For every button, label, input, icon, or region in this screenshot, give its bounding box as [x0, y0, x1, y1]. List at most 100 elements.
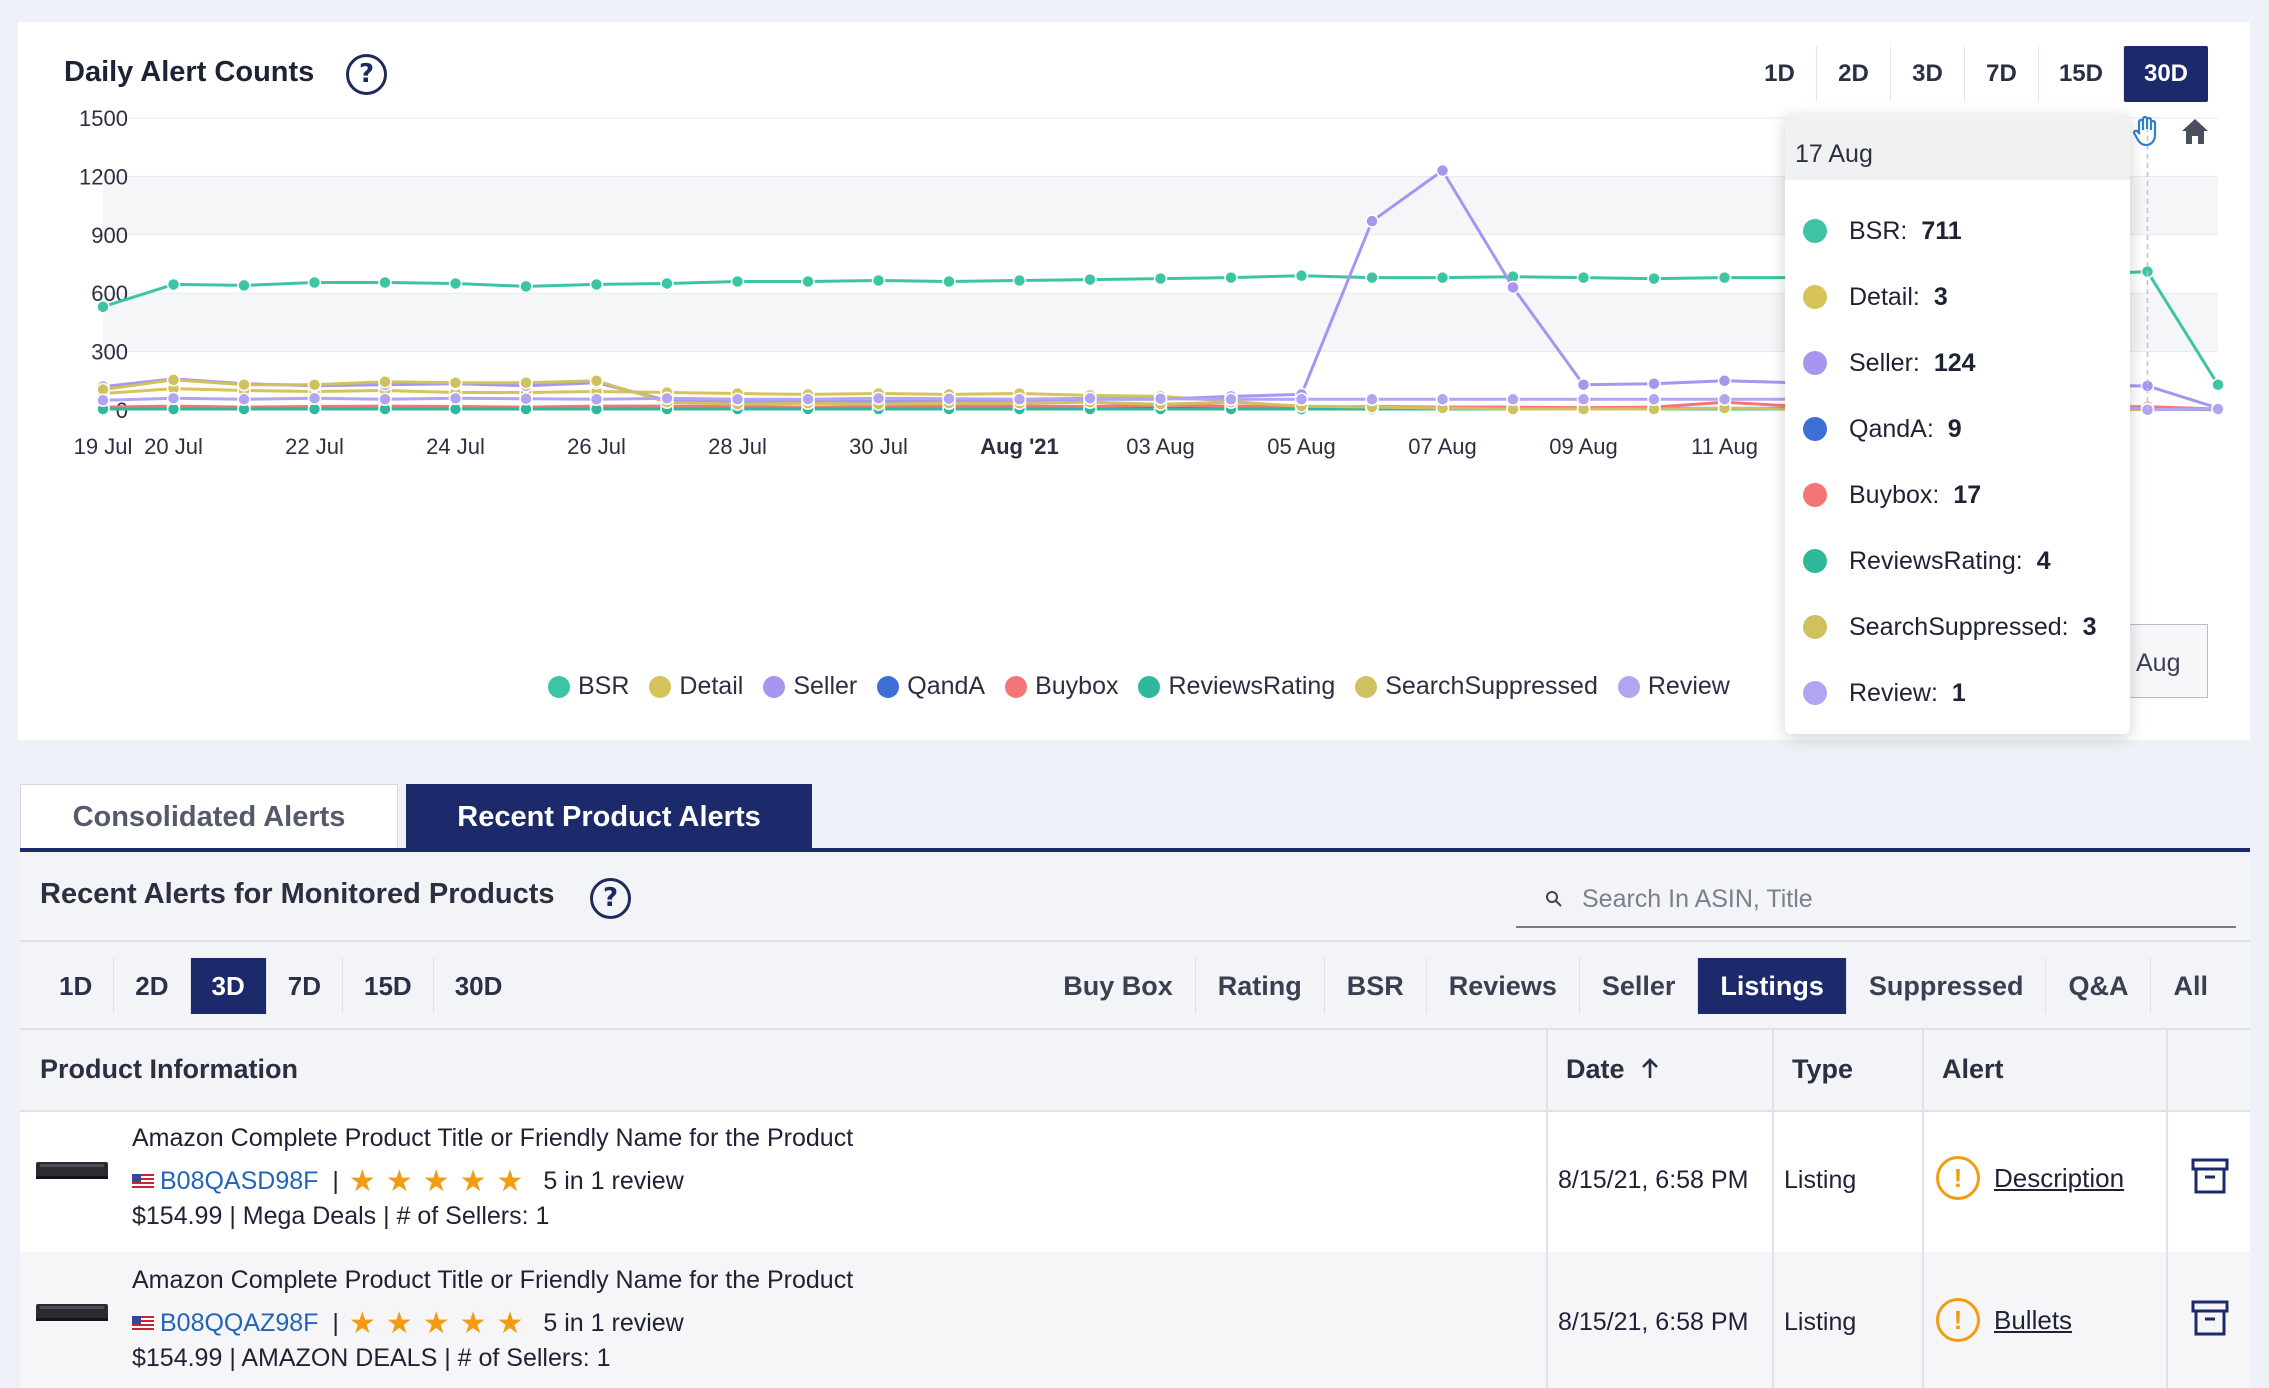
tooltip-label: BSR:	[1849, 216, 1908, 245]
data-point-bsr	[1717, 270, 1732, 285]
star-rating: ★★★★★	[348, 1165, 534, 1198]
alert-date: 8/15/21, 6:58 PM	[1558, 1308, 1749, 1336]
data-point-bsr	[1083, 272, 1097, 287]
alert-date: 8/15/21, 6:58 PM	[1558, 1166, 1749, 1194]
x-tick-label: 09 Aug	[1549, 434, 1618, 459]
product-title[interactable]: Amazon Complete Product Title or Friendl…	[132, 1124, 853, 1153]
data-point-review	[942, 391, 956, 406]
day-3d-button[interactable]: 3D	[190, 958, 267, 1014]
tooltip-row: Review: 1	[1785, 660, 2130, 726]
tooltip-label: ReviewsRating:	[1849, 546, 2023, 575]
data-point-review	[871, 391, 886, 406]
data-point-review	[1435, 392, 1450, 407]
day-2d-button[interactable]: 2D	[114, 958, 191, 1014]
alert-link-description[interactable]: Description	[1994, 1163, 2124, 1194]
table-header: Product Information Date Type Alert	[20, 1030, 2250, 1110]
header-alert: Alert	[1942, 1054, 2004, 1084]
tab-recent-product-alerts[interactable]: Recent Product Alerts	[406, 784, 812, 850]
table-row: Amazon Complete Product Title or Friendl…	[20, 1110, 2250, 1252]
data-point-seller	[1506, 280, 1520, 295]
data-point-bsr	[519, 279, 533, 294]
legend-item-searchsuppressed[interactable]: SearchSuppressed	[1355, 672, 1598, 701]
product-meta: B08QQAZ98F | ★★★★★ 5 in 1 review	[132, 1306, 684, 1341]
panel-help-icon[interactable]: ?	[590, 878, 631, 919]
pan-hand-icon[interactable]	[2130, 114, 2164, 148]
data-point-bsr	[1153, 271, 1168, 286]
data-point-searchsuppressed	[589, 374, 604, 388]
tooltip-dot-icon	[1803, 483, 1827, 507]
data-point-searchsuppressed	[166, 373, 181, 387]
x-tick-label: 05 Aug	[1267, 434, 1336, 459]
legend-label: BSR	[578, 672, 630, 700]
filter-reviews-button[interactable]: Reviews	[1427, 958, 1580, 1014]
filter-buy-box-button[interactable]: Buy Box	[1041, 958, 1196, 1014]
data-point-bsr	[1576, 270, 1591, 285]
search-field	[1516, 872, 2236, 928]
x-tick-label: 07 Aug	[1408, 434, 1477, 459]
legend-item-detail[interactable]: Detail	[649, 672, 743, 701]
warning-icon: !	[1936, 1298, 1980, 1342]
legend-label: Detail	[679, 672, 744, 700]
us-flag-icon	[132, 1174, 154, 1189]
tab-consolidated-alerts[interactable]: Consolidated Alerts	[20, 784, 398, 850]
day-1d-button[interactable]: 1D	[38, 958, 115, 1014]
day-15d-button[interactable]: 15D	[343, 958, 434, 1014]
recent-alerts-panel: Recent Alerts for Monitored Products ? 1…	[20, 852, 2250, 1388]
data-point-bsr	[378, 275, 392, 290]
us-flag-icon	[132, 1316, 154, 1331]
archive-icon[interactable]	[2188, 1296, 2232, 1340]
legend-item-qanda[interactable]: QandA	[877, 672, 985, 701]
alert-type-filter-group: Buy Box Rating BSR Reviews Seller Listin…	[1041, 958, 2230, 1014]
day-30d-button[interactable]: 30D	[434, 958, 524, 1014]
tooltip-row: ReviewsRating: 4	[1785, 528, 2130, 594]
product-meta: B08QASD98F | ★★★★★ 5 in 1 review	[132, 1164, 684, 1199]
asin-link[interactable]: B08QASD98F	[160, 1167, 318, 1196]
search-input[interactable]	[1582, 884, 2182, 914]
data-point-bsr	[1294, 268, 1309, 283]
x-tick-label: 28 Jul	[708, 434, 767, 459]
home-icon[interactable]	[2178, 114, 2212, 148]
filter-listings-button[interactable]: Listings	[1698, 958, 1847, 1014]
divider	[20, 940, 2250, 942]
y-tick-label: 900	[91, 223, 128, 248]
column-divider	[1772, 1030, 1774, 1388]
tooltip-row: BSR: 711	[1785, 198, 2130, 264]
data-point-review	[589, 392, 604, 407]
tooltip-dot-icon	[1803, 615, 1827, 639]
filter-rating-button[interactable]: Rating	[1196, 958, 1325, 1014]
data-point-review	[1294, 392, 1309, 407]
tooltip-value: 3	[2082, 612, 2097, 641]
column-divider	[2166, 1030, 2168, 1388]
tooltip-dot-icon	[1803, 549, 1827, 573]
filter-bsr-button[interactable]: BSR	[1325, 958, 1427, 1014]
product-thumbnail	[36, 1162, 108, 1179]
archive-icon[interactable]	[2188, 1154, 2232, 1198]
filter-qa-button[interactable]: Q&A	[2046, 958, 2152, 1014]
legend-label: Seller	[793, 672, 858, 700]
data-point-review	[730, 392, 745, 407]
header-date[interactable]: Date	[1566, 1054, 1660, 1085]
legend-item-bsr[interactable]: BSR	[548, 672, 629, 701]
legend-dot-icon	[1005, 675, 1028, 698]
filter-all-button[interactable]: All	[2151, 958, 2230, 1014]
separator: |	[332, 1309, 339, 1337]
day-7d-button[interactable]: 7D	[267, 958, 343, 1014]
filter-seller-button[interactable]: Seller	[1580, 958, 1699, 1014]
panel-title: Recent Alerts for Monitored Products	[40, 878, 555, 910]
legend-label: Review	[1647, 672, 1730, 700]
tooltip-value: 124	[1933, 348, 1976, 377]
data-point-searchsuppressed	[307, 377, 322, 392]
alert-link-bullets[interactable]: Bullets	[1994, 1305, 2072, 1336]
data-point-review	[1365, 392, 1379, 407]
legend-item-seller[interactable]: Seller	[763, 672, 857, 701]
data-point-bsr	[1012, 273, 1027, 288]
legend-dot-icon	[763, 675, 786, 698]
alert-cell: ! Description	[1936, 1156, 2124, 1200]
legend-item-reviewsrating[interactable]: ReviewsRating	[1138, 672, 1335, 701]
data-point-bsr	[589, 277, 604, 292]
filter-suppressed-button[interactable]: Suppressed	[1847, 958, 2047, 1014]
legend-item-buybox[interactable]: Buybox	[1005, 672, 1118, 701]
product-title[interactable]: Amazon Complete Product Title or Friendl…	[132, 1266, 853, 1295]
legend-item-review[interactable]: Review	[1617, 672, 1730, 701]
asin-link[interactable]: B08QQAZ98F	[160, 1309, 318, 1338]
